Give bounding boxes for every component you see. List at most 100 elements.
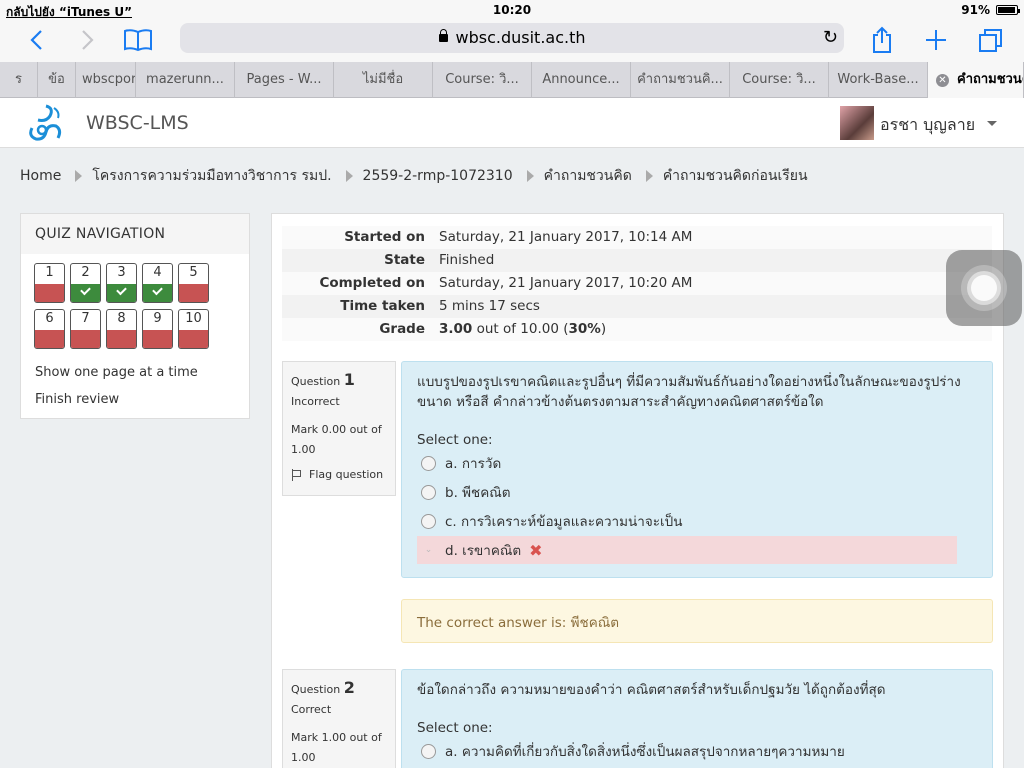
back-icon[interactable] bbox=[20, 24, 52, 56]
tabs-icon[interactable] bbox=[975, 24, 1007, 56]
question-status: Correct bbox=[291, 703, 332, 716]
quiz-nav-question-button[interactable]: 3 bbox=[106, 263, 137, 303]
incorrect-marker bbox=[35, 284, 64, 302]
question-info-box: Question 2 Correct Mark 1.00 out of 1.00 bbox=[282, 669, 396, 768]
address-bar[interactable]: wbsc.dusit.ac.th ↻ bbox=[180, 23, 844, 53]
quiz-nav-question-button[interactable]: 5 bbox=[178, 263, 209, 303]
breadcrumb-item[interactable]: Home bbox=[20, 168, 61, 184]
site-name[interactable]: WBSC-LMS bbox=[86, 112, 189, 134]
new-tab-icon[interactable] bbox=[920, 24, 952, 56]
breadcrumb-separator-icon bbox=[75, 170, 83, 182]
breadcrumb-item[interactable]: 2559-2-rmp-1072310 bbox=[363, 168, 513, 184]
quiz-nav-question-button[interactable]: 2 bbox=[70, 263, 101, 303]
quiz-nav-question-button[interactable]: 1 bbox=[34, 263, 65, 303]
browser-tab[interactable]: Course: วิ... bbox=[433, 62, 532, 98]
summary-row: Grade 3.00 out of 10.00 (30%) bbox=[282, 318, 992, 341]
question-text: ข้อใดกล่าวถึง ความหมายของคำว่า คณิตศาสตร… bbox=[417, 682, 886, 698]
breadcrumb-item[interactable]: โครงการความร่วมมือทางวิชาการ รมป. bbox=[92, 165, 331, 187]
status-time: 10:20 bbox=[492, 3, 532, 17]
user-menu-caret-icon[interactable] bbox=[987, 121, 997, 126]
answer-option[interactable]: c. การวิเคราะห์ข้อมูลและความน่าจะเป็น bbox=[417, 507, 977, 535]
main-region: Started on Saturday, 21 January 2017, 10… bbox=[271, 213, 1004, 768]
forward-icon[interactable] bbox=[72, 24, 104, 56]
incorrect-marker bbox=[35, 330, 64, 348]
breadcrumb-separator-icon bbox=[526, 170, 534, 182]
question-content: ข้อใดกล่าวถึง ความหมายของคำว่า คณิตศาสตร… bbox=[401, 669, 993, 768]
status-bar: กลับไปยัง “iTunes U” 10:20 91% bbox=[0, 0, 1024, 20]
radio-button-selected[interactable]: ⌄ bbox=[421, 543, 436, 558]
select-one-label: Select one: bbox=[417, 432, 493, 448]
finish-review-link[interactable]: Finish review bbox=[35, 392, 119, 407]
question-number: Question 2 bbox=[291, 678, 355, 697]
flag-question-button[interactable]: Flag question bbox=[291, 468, 387, 481]
share-icon[interactable] bbox=[866, 24, 898, 56]
breadcrumb-item[interactable]: คำถามชวนคิด bbox=[544, 165, 632, 187]
radio-button[interactable] bbox=[421, 484, 436, 500]
answer-option[interactable]: a. การวัด bbox=[417, 449, 977, 477]
flag-icon bbox=[291, 468, 303, 481]
browser-tab[interactable]: wbscpor bbox=[76, 62, 136, 98]
quiz-summary-table: Started on Saturday, 21 January 2017, 10… bbox=[282, 226, 992, 341]
quiz-nav-question-button[interactable]: 7 bbox=[70, 309, 101, 349]
lock-icon bbox=[438, 29, 448, 42]
quiz-nav-question-button[interactable]: 8 bbox=[106, 309, 137, 349]
answer-option-selected-incorrect[interactable]: ⌄ d. เรขาคณิต ✖ bbox=[417, 536, 957, 564]
radio-button[interactable] bbox=[421, 455, 436, 471]
radio-button[interactable] bbox=[421, 513, 436, 529]
browser-tab[interactable]: ไม่มีชื่อ bbox=[334, 62, 433, 98]
quiz-nav-question-button[interactable]: 10 bbox=[178, 309, 209, 349]
reload-icon[interactable]: ↻ bbox=[823, 23, 838, 53]
question-mark: Mark 0.00 out of 1.00 bbox=[291, 423, 382, 456]
answer-option[interactable]: a. ความคิดที่เกี่ยวกับสิ่งใดสิ่งหนึ่งซึ่… bbox=[417, 737, 977, 765]
question-text: แบบรูปของรูปเรขาคณิตและรูปอื่นๆ ที่มีควา… bbox=[417, 374, 961, 410]
breadcrumb-item[interactable]: คำถามชวนคิดก่อนเรียน bbox=[663, 165, 808, 187]
browser-tab[interactable]: Work-Base... bbox=[829, 62, 928, 98]
incorrect-marker bbox=[107, 330, 136, 348]
check-icon bbox=[71, 284, 100, 302]
check-icon bbox=[143, 284, 172, 302]
quiz-nav-question-button[interactable]: 6 bbox=[34, 309, 65, 349]
tab-bar: ร ข้อ wbscpor mazerunn... Pages - W... ไ… bbox=[0, 62, 1024, 98]
close-tab-icon[interactable]: ✕ bbox=[936, 74, 949, 87]
battery-icon bbox=[996, 5, 1020, 15]
assistive-touch-button[interactable] bbox=[946, 250, 1022, 326]
bookmarks-icon[interactable] bbox=[122, 24, 154, 56]
show-one-page-link[interactable]: Show one page at a time bbox=[35, 365, 198, 380]
question-status: Incorrect bbox=[291, 395, 340, 408]
quiz-navigation-block: QUIZ NAVIGATION 1 2 3 4 5 6 7 8 9 10 Sho… bbox=[20, 213, 250, 419]
browser-tab-active[interactable]: ✕คำถามชวนคิ... bbox=[928, 62, 1024, 98]
question-number: Question 1 bbox=[291, 370, 355, 389]
incorrect-marker bbox=[143, 330, 172, 348]
breadcrumb-separator-icon bbox=[645, 170, 653, 182]
user-avatar[interactable] bbox=[840, 106, 874, 140]
summary-row: Completed on Saturday, 21 January 2017, … bbox=[282, 272, 992, 295]
summary-row: Started on Saturday, 21 January 2017, 10… bbox=[282, 226, 992, 249]
check-icon bbox=[107, 284, 136, 302]
quiz-nav-question-button[interactable]: 9 bbox=[142, 309, 173, 349]
breadcrumb: Home โครงการความร่วมมือทางวิชาการ รมป. 2… bbox=[20, 166, 808, 186]
select-one-label: Select one: bbox=[417, 720, 493, 736]
incorrect-marker bbox=[71, 330, 100, 348]
radio-button[interactable] bbox=[421, 743, 436, 759]
question-content: แบบรูปของรูปเรขาคณิตและรูปอื่นๆ ที่มีควา… bbox=[401, 361, 993, 578]
incorrect-marker bbox=[179, 330, 208, 348]
site-logo-icon[interactable] bbox=[24, 102, 66, 144]
question-info-box: Question 1 Incorrect Mark 0.00 out of 1.… bbox=[282, 361, 396, 496]
summary-row: State Finished bbox=[282, 249, 992, 272]
browser-toolbar: wbsc.dusit.ac.th ↻ bbox=[0, 20, 1024, 62]
browser-tab[interactable]: ข้อ bbox=[38, 62, 76, 98]
browser-tab[interactable]: Course: วิ... bbox=[730, 62, 829, 98]
grade-value: 3.00 out of 10.00 (30%) bbox=[439, 321, 607, 337]
answer-option[interactable]: b. พีชคณิต bbox=[417, 478, 977, 506]
breadcrumb-separator-icon bbox=[345, 170, 353, 182]
correct-answer-feedback: The correct answer is: พีชคณิต bbox=[401, 599, 993, 643]
browser-tab[interactable]: Announce... bbox=[532, 62, 631, 98]
quiz-nav-question-button[interactable]: 4 bbox=[142, 263, 173, 303]
browser-tab[interactable]: ร bbox=[0, 62, 38, 98]
browser-tab[interactable]: mazerunn... bbox=[136, 62, 235, 98]
browser-tab[interactable]: Pages - W... bbox=[235, 62, 334, 98]
site-header: WBSC-LMS อรชา บุญลาย bbox=[0, 98, 1024, 148]
browser-tab[interactable]: คำถามชวนคิ... bbox=[631, 62, 730, 98]
url-text: wbsc.dusit.ac.th bbox=[455, 28, 586, 47]
user-name[interactable]: อรชา บุญลาย bbox=[880, 113, 975, 138]
